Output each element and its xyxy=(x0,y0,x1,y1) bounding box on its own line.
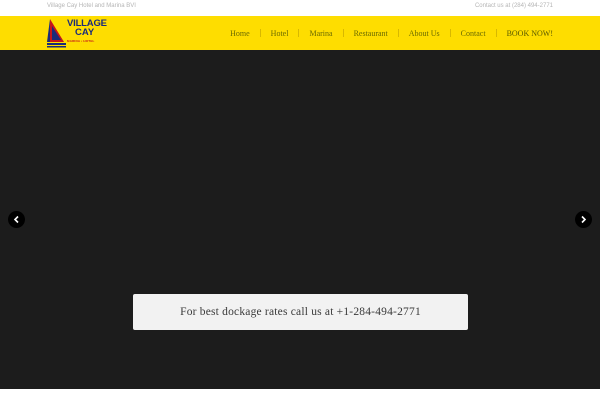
nav-item-marina[interactable]: Marina xyxy=(299,29,342,38)
site-tagline: Village Cay Hotel and Marina BVI xyxy=(47,3,136,9)
chevron-left-icon xyxy=(13,215,19,224)
logo-subtitle: MARINA • HOTEL xyxy=(67,39,95,43)
logo-wordmark-line2: CAY xyxy=(75,27,95,38)
slider-prev-button[interactable] xyxy=(8,211,25,228)
book-now-button[interactable]: BOOK NOW! xyxy=(497,29,553,38)
slide-caption-box: For best dockage rates call us at +1-284… xyxy=(133,294,468,330)
sailboat-logo-icon xyxy=(47,19,66,48)
nav-item-about-us[interactable]: About Us xyxy=(399,29,450,38)
nav-item-hotel[interactable]: Hotel xyxy=(261,29,299,38)
site-logo[interactable]: VILLAGE CAY MARINA • HOTEL xyxy=(47,18,115,48)
top-info-bar: Village Cay Hotel and Marina BVI Contact… xyxy=(0,0,600,16)
hero-slider: For best dockage rates call us at +1-284… xyxy=(0,50,600,389)
contact-phone-link[interactable]: Contact us at (284) 494-2771 xyxy=(475,3,553,9)
nav-item-restaurant[interactable]: Restaurant xyxy=(344,29,398,38)
primary-nav: Home Hotel Marina Restaurant About Us Co… xyxy=(220,16,553,50)
slide-caption-text: For best dockage rates call us at +1-284… xyxy=(180,306,421,318)
nav-item-contact[interactable]: Contact xyxy=(451,29,496,38)
slider-next-button[interactable] xyxy=(575,211,592,228)
main-navbar: VILLAGE CAY MARINA • HOTEL Home Hotel Ma… xyxy=(0,16,600,50)
page-bottom-strip xyxy=(0,389,600,400)
chevron-right-icon xyxy=(581,215,587,224)
nav-item-home[interactable]: Home xyxy=(220,29,260,38)
